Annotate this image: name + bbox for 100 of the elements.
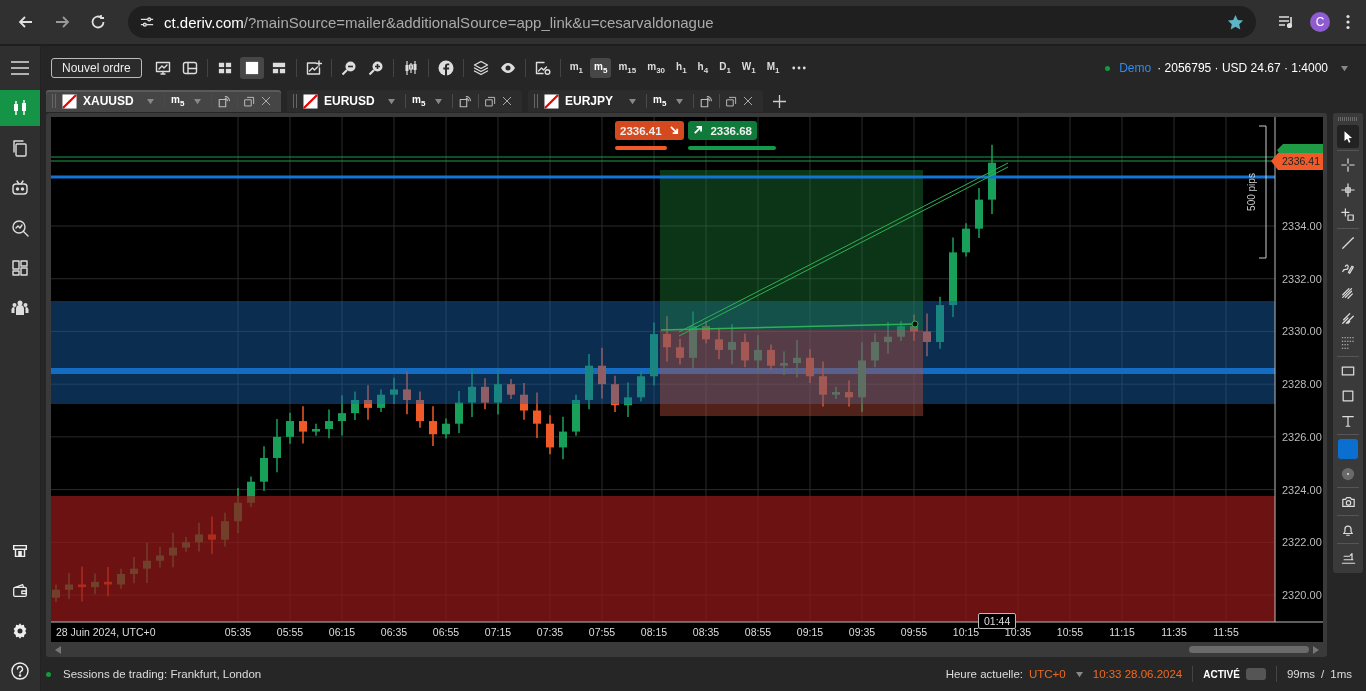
popout-icon[interactable] bbox=[485, 95, 497, 107]
bookmark-star-icon[interactable] bbox=[1227, 13, 1244, 31]
drag-handle-icon[interactable] bbox=[534, 94, 538, 108]
price-axis-label: 2330.00 bbox=[1282, 325, 1322, 338]
color-swatch-icon[interactable] bbox=[1337, 437, 1359, 460]
timeframe-button[interactable]: D$_{1}$ bbox=[715, 58, 735, 78]
symbol-name[interactable]: EURUSD bbox=[324, 94, 378, 108]
site-settings-icon[interactable] bbox=[140, 15, 154, 29]
close-icon[interactable] bbox=[502, 96, 513, 106]
sell-button[interactable]: 2336.41 bbox=[615, 121, 684, 140]
drag-handle-icon[interactable] bbox=[1338, 115, 1358, 123]
symbol-name[interactable]: XAUUSD bbox=[83, 94, 137, 108]
ping-value: 99ms bbox=[1286, 668, 1316, 680]
drag-handle-icon[interactable] bbox=[52, 94, 56, 108]
candlestick bbox=[507, 378, 515, 400]
timeframe-button[interactable]: h$_{4}$ bbox=[693, 58, 713, 78]
time-axis-label: 09:15 bbox=[796, 626, 824, 638]
candlestick bbox=[689, 310, 697, 371]
price-tag: 2336.41 bbox=[1271, 153, 1323, 170]
account-details[interactable]: · 2056795 · USD 24.67 · 1:4000 bbox=[1157, 61, 1328, 75]
timeframe-button[interactable]: m$_{15}$ bbox=[614, 58, 641, 78]
scroll-left-icon[interactable] bbox=[55, 645, 61, 654]
candlestick bbox=[871, 332, 879, 368]
signal-icon[interactable] bbox=[218, 94, 232, 108]
scroll-right-icon[interactable] bbox=[1313, 645, 1319, 654]
price-axis-label: 2326.00 bbox=[1282, 430, 1322, 443]
buy-button[interactable]: 2336.68 bbox=[688, 121, 757, 140]
candlestick bbox=[377, 388, 385, 413]
time-axis-label: 06:15 bbox=[328, 626, 356, 638]
time-axis-label: 07:15 bbox=[484, 626, 512, 638]
candlestick bbox=[897, 320, 905, 342]
candlestick bbox=[312, 422, 320, 437]
trend-line[interactable] bbox=[678, 162, 1009, 337]
time-axis-label: 07:35 bbox=[536, 626, 564, 638]
candlestick bbox=[988, 144, 996, 215]
status-dot bbox=[46, 671, 51, 677]
signal-icon[interactable] bbox=[700, 94, 714, 108]
candlestick bbox=[494, 368, 502, 416]
time-axis-label: 06:35 bbox=[380, 626, 408, 638]
tab-timeframe[interactable]: m$_{5}$ bbox=[653, 94, 667, 108]
candlestick bbox=[286, 411, 294, 445]
profile-avatar[interactable]: C bbox=[1310, 12, 1330, 32]
time-axis-label: 08:55 bbox=[744, 626, 772, 638]
timeframe-button[interactable]: M$_{1}$ bbox=[762, 58, 784, 78]
candlestick bbox=[806, 348, 814, 384]
candlestick bbox=[832, 386, 840, 400]
tab-timeframe[interactable]: m$_{5}$ bbox=[171, 94, 185, 108]
candlestick bbox=[299, 405, 307, 445]
time-axis-label: 11:35 bbox=[1161, 626, 1187, 638]
timeframe-button[interactable]: W$_{1}$ bbox=[737, 58, 760, 78]
timeframe-button[interactable]: m$_{30}$ bbox=[643, 58, 670, 78]
arrow-down-right-icon bbox=[670, 126, 679, 135]
cursor-icon[interactable] bbox=[1337, 125, 1359, 148]
time-axis-label: 05:55 bbox=[276, 626, 304, 638]
popout-icon[interactable] bbox=[726, 95, 738, 107]
candlestick bbox=[754, 334, 762, 373]
close-icon[interactable] bbox=[743, 96, 754, 106]
chart-tab[interactable]: EURUSD m$_{5}$ bbox=[287, 90, 522, 112]
price-axis-label: 2322.00 bbox=[1282, 536, 1322, 549]
drag-handle-icon[interactable] bbox=[293, 94, 297, 108]
symbol-name[interactable]: EURJPY bbox=[565, 94, 619, 108]
active-label: ACTIVÉ bbox=[1203, 668, 1240, 680]
single-layout-icon[interactable] bbox=[239, 57, 264, 79]
position-entry-line[interactable] bbox=[660, 320, 919, 331]
chart-tab[interactable]: EURJPY m$_{5}$ bbox=[528, 90, 763, 112]
candlestick bbox=[728, 323, 736, 365]
active-toggle[interactable] bbox=[1245, 668, 1266, 680]
new-order-button[interactable]: Nouvel ordre bbox=[51, 58, 142, 78]
timezone-dropdown[interactable]: UTC+0 bbox=[1029, 668, 1066, 680]
url-text: ct.deriv.com/?mainSource=mailer&additionalSource=app_link&u=cesarvaldonague bbox=[164, 13, 714, 31]
candlestick-icon[interactable] bbox=[0, 90, 40, 126]
measure-bracket[interactable] bbox=[1258, 125, 1267, 259]
close-icon[interactable] bbox=[261, 96, 272, 106]
timeframe-button[interactable]: h$_{1}$ bbox=[672, 58, 691, 78]
candlestick bbox=[663, 315, 671, 363]
time-axis-label: 09:55 bbox=[900, 626, 928, 638]
candlestick bbox=[572, 393, 580, 437]
time-axis-label: 11:15 bbox=[1109, 626, 1135, 638]
price-axis-label: 2328.00 bbox=[1282, 378, 1322, 391]
candlestick bbox=[702, 320, 710, 345]
candlestick bbox=[364, 384, 372, 421]
candlestick bbox=[936, 295, 944, 350]
candlestick bbox=[611, 374, 619, 413]
candlestick bbox=[416, 390, 424, 429]
popout-icon[interactable] bbox=[244, 95, 256, 107]
chart-tab[interactable]: XAUUSD m$_{5}$ bbox=[46, 90, 281, 112]
price-axis-label: 2320.00 bbox=[1282, 589, 1322, 602]
address-bar[interactable]: ct.deriv.com/?mainSource=mailer&additionalSource=app_link&u=cesarvaldonague bbox=[128, 6, 1256, 38]
current-datetime: 10:33 28.06.2024 bbox=[1092, 668, 1183, 680]
scrollbar-thumb[interactable] bbox=[1189, 646, 1309, 653]
candlestick bbox=[455, 390, 463, 434]
candlestick bbox=[546, 414, 554, 455]
timeframe-button[interactable]: m$_{1}$ bbox=[565, 58, 588, 78]
status-dot bbox=[1105, 65, 1111, 71]
candlestick bbox=[351, 390, 359, 421]
account-mode[interactable]: Demo bbox=[1119, 61, 1152, 75]
candlestick bbox=[845, 379, 853, 408]
tab-timeframe[interactable]: m$_{5}$ bbox=[412, 94, 426, 108]
timeframe-button[interactable]: m$_{5}$ bbox=[590, 58, 612, 78]
signal-icon[interactable] bbox=[459, 94, 473, 108]
